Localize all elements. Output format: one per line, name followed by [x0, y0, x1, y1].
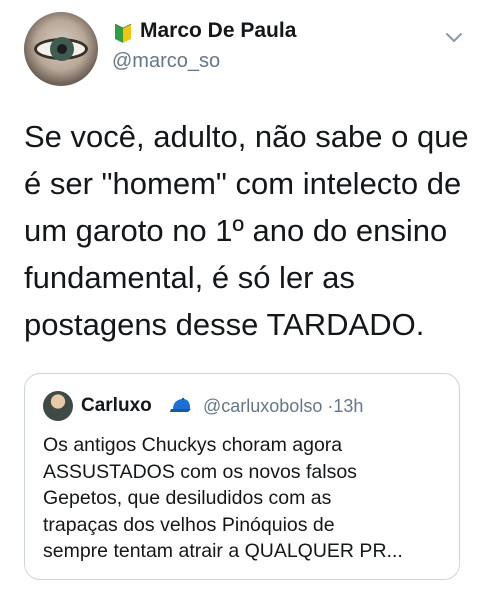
quoted-author-handle: @carluxobolso	[203, 396, 323, 416]
quoted-tweet-time: 13h	[333, 396, 364, 416]
chevron-down-icon[interactable]	[443, 26, 465, 48]
beginner-symbol-icon	[114, 23, 132, 43]
author-name[interactable]: Marco De Paula	[140, 19, 296, 43]
quoted-author-avatar[interactable]	[43, 391, 73, 421]
quoted-author-name: Carluxo	[81, 395, 152, 416]
author-avatar[interactable]	[24, 12, 98, 86]
quoted-author-meta: @carluxobolso ·13h	[203, 396, 363, 417]
tweet-text: Se você, adulto, não sabe o que é ser "h…	[24, 119, 469, 342]
avatar-iris-graphic	[50, 37, 74, 61]
quoted-tweet[interactable]: Carluxo @carluxobolso ·13h Os antigos Ch…	[24, 373, 460, 580]
quoted-tweet-text: Os antigos Chuckys choram agora ASSUSTAD…	[43, 434, 403, 562]
tweet-card[interactable]: Marco De Paula @marco_so Se você, adulto…	[0, 0, 486, 600]
author-handle[interactable]: @marco_so	[112, 50, 220, 73]
blue-cap-icon	[170, 397, 191, 412]
